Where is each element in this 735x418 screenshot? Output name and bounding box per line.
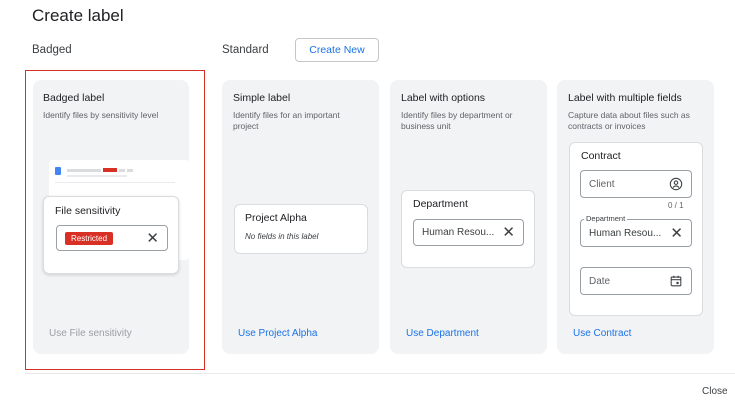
section-standard: Standard [222,44,269,56]
preview-title: Department [413,198,468,210]
card-title: Badged label [43,92,105,104]
create-new-button[interactable]: Create New [295,38,379,62]
close-icon: ✕ [670,224,683,242]
close-icon: ✕ [502,224,515,241]
date-placeholder: Date [589,275,611,287]
department-preview: Department Human Resou... ✕ [401,190,535,268]
card-description-line1: Identify files by department or [401,110,513,120]
footer-divider [25,373,735,374]
date-field: Date [580,267,692,295]
file-sensitivity-preview: File sensitivity Restricted ✕ [43,196,179,274]
card-description-line1: Identify files for an important [233,110,340,120]
label-with-options-card[interactable]: Label with options Identify files by dep… [390,80,547,354]
client-placeholder: Client [589,178,615,190]
card-description-line2: contracts or invoices [568,121,646,131]
contract-preview: Contract Client 0 / 1 Human Resou... ✕ D… [569,142,703,316]
card-description-line2: project [233,121,259,131]
card-description-line2: business unit [401,121,451,131]
label-with-multiple-fields-card[interactable]: Label with multiple fields Capture data … [557,80,714,354]
doc-toolbar-icon [55,167,133,177]
department-value: Human Resou... [422,227,495,238]
sensitivity-chip-field: Restricted ✕ [56,225,168,251]
badged-label-card[interactable]: Badged label Identify files by sensitivi… [33,80,189,354]
project-alpha-preview: Project Alpha No fields in this label [234,204,368,254]
restricted-badge: Restricted [65,231,114,245]
preview-title: File sensitivity [55,205,121,217]
calendar-icon [670,275,682,287]
character-counter: 0 / 1 [668,201,684,210]
use-department-link[interactable]: Use Department [406,328,479,339]
close-icon: ✕ [146,229,159,247]
card-description: Identify files by sensitivity level [43,110,159,120]
preview-title: Project Alpha [245,212,307,224]
department-select-field: Human Resou... ✕ [413,219,524,246]
department-value: Human Resou... [589,227,662,239]
client-field: Client [580,170,692,198]
card-description-line1: Capture data about files such as [568,110,690,120]
person-icon [669,177,683,191]
card-title: Simple label [233,92,291,104]
close-button[interactable]: Close [702,386,728,397]
department-floating-label: Department [584,214,628,223]
department-field: Human Resou... ✕ [580,219,692,247]
card-title: Label with options [401,92,486,104]
simple-label-card[interactable]: Simple label Identify files for an impor… [222,80,379,354]
preview-note: No fields in this label [245,232,319,241]
use-project-alpha-link[interactable]: Use Project Alpha [238,328,318,339]
section-badged: Badged [32,44,72,56]
use-contract-link[interactable]: Use Contract [573,328,631,339]
dialog-title: Create label [32,6,124,25]
preview-title: Contract [581,150,621,162]
card-title: Label with multiple fields [568,92,682,104]
use-file-sensitivity-link: Use File sensitivity [49,328,132,339]
